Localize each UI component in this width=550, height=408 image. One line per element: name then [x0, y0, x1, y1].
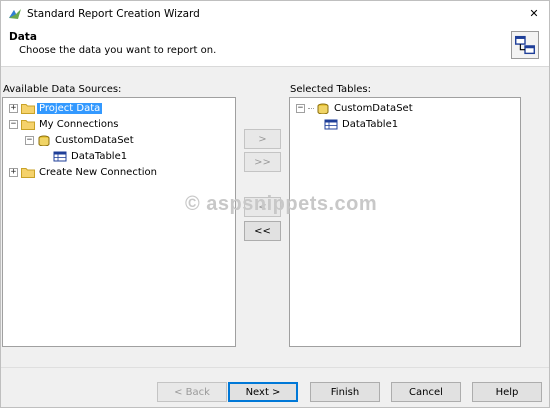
app-icon	[9, 9, 21, 19]
next-button[interactable]: Next >	[228, 382, 298, 402]
tree-item-label: Project Data	[37, 102, 103, 114]
wizard-window: Standard Report Creation Wizard ✕ Data C…	[0, 0, 550, 408]
available-sources-tree[interactable]: + Project Data − My Connections − Custom…	[2, 97, 236, 347]
add-one-button[interactable]: >	[244, 129, 281, 149]
selected-tables-label: Selected Tables:	[290, 84, 371, 95]
selected-tables-tree[interactable]: − CustomDataSet DataTable1	[289, 97, 521, 347]
tree-item-label: DataTable1	[342, 118, 399, 130]
collapse-icon[interactable]: −	[25, 135, 34, 145]
available-sources-label: Available Data Sources:	[3, 84, 122, 95]
tree-item-datatable1[interactable]: DataTable1	[53, 148, 129, 164]
title-bar: Standard Report Creation Wizard ✕	[1, 1, 549, 27]
tree-item-label: CustomDataSet	[334, 102, 413, 114]
wizard-content: Available Data Sources: + Project Data −…	[1, 67, 549, 367]
folder-icon	[21, 167, 35, 178]
tree-item-my-connections[interactable]: − My Connections	[9, 116, 121, 132]
back-button[interactable]: < Back	[157, 382, 227, 402]
table-icon	[53, 151, 67, 161]
tree-item-label: DataTable1	[71, 150, 128, 162]
tree-item-datatable1[interactable]: DataTable1	[324, 116, 400, 132]
dataset-icon	[317, 103, 329, 114]
wizard-footer: < Back Next > Finish Cancel Help	[1, 367, 549, 407]
window-title: Standard Report Creation Wizard	[27, 8, 200, 20]
cancel-button[interactable]: Cancel	[391, 382, 461, 402]
table-link-icon	[511, 31, 539, 59]
dataset-icon	[38, 135, 50, 146]
expand-icon[interactable]: +	[9, 167, 18, 177]
folder-icon	[21, 103, 35, 114]
page-subtitle: Choose the data you want to report on.	[19, 45, 217, 56]
tree-item-customdataset[interactable]: − CustomDataSet	[25, 132, 136, 148]
wizard-header: Data Choose the data you want to report …	[1, 27, 549, 67]
tree-item-customdataset[interactable]: − CustomDataSet	[296, 100, 415, 116]
page-title: Data	[9, 31, 37, 43]
folder-icon	[21, 119, 35, 130]
tree-item-project-data[interactable]: + Project Data	[9, 100, 103, 116]
add-all-button[interactable]: >>	[244, 152, 281, 172]
watermark: © aspsnippets.com	[185, 193, 378, 215]
close-button[interactable]: ✕	[519, 1, 549, 26]
finish-button[interactable]: Finish	[310, 382, 380, 402]
collapse-icon[interactable]: −	[296, 103, 305, 113]
tree-item-create-new-connection[interactable]: + Create New Connection	[9, 164, 159, 180]
tree-line	[308, 107, 314, 109]
table-icon	[324, 119, 338, 129]
expand-icon[interactable]: +	[9, 103, 18, 113]
help-button[interactable]: Help	[472, 382, 542, 402]
tree-item-label: My Connections	[39, 118, 119, 130]
tree-item-label: CustomDataSet	[55, 134, 134, 146]
close-icon: ✕	[529, 7, 539, 20]
remove-all-button[interactable]: <<	[244, 221, 281, 241]
tree-item-label: Create New Connection	[39, 166, 157, 178]
collapse-icon[interactable]: −	[9, 119, 18, 129]
